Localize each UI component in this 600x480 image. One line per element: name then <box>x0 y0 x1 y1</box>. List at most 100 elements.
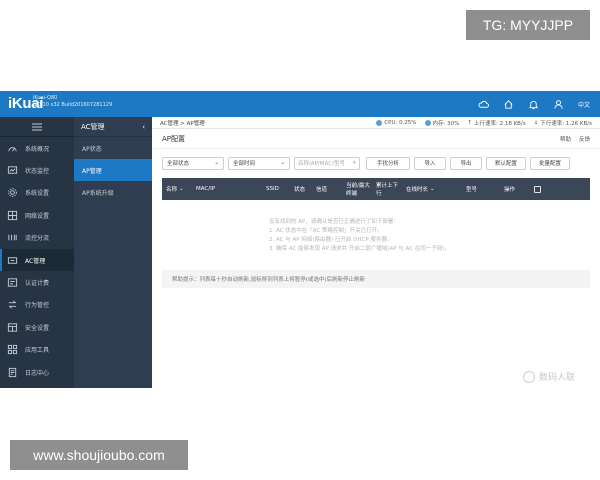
chevron-left-icon[interactable]: ‹ <box>142 123 145 131</box>
empty-state-line: 3. 确保 AC 能够发现 AP 请求并 开启二层广播域(AP 与 AC 在同一… <box>269 246 450 252</box>
column-header-label: 名称 <box>166 187 178 193</box>
feedback-link[interactable]: 反馈 <box>579 135 590 143</box>
select-all-column <box>530 185 550 193</box>
column-header-label: 累计上下行 <box>376 183 399 197</box>
search-icon[interactable]: ⌕ <box>353 160 356 167</box>
monitor-icon <box>7 166 18 174</box>
time-filter-select[interactable]: 全部时间 ⌄ <box>228 156 290 170</box>
upload-rate: ↑ 上行速率: 2.18 KB/s <box>467 119 526 127</box>
status-filter-select[interactable]: 全部状态 ⌄ <box>162 156 224 170</box>
column-header-label: 操作 <box>504 187 516 193</box>
dashboard-icon <box>8 146 17 152</box>
memory-usage: 内存: 30% <box>424 119 459 127</box>
sort-chevron-icon: ⌄ <box>430 186 435 192</box>
column-header[interactable]: 在线时长 ⌄ <box>402 185 462 193</box>
security-icon <box>7 323 18 332</box>
empty-state-line: 2. AC 与 AP 网络(路由器) 已开启 DHCP 服务器。 <box>269 237 393 243</box>
sidebar-item-label: 日志中心 <box>25 369 50 377</box>
top-bar: iKuai iKuai-Q80 3.0.10 x32 Build20160728… <box>0 91 600 117</box>
apps-icon <box>7 345 18 355</box>
sort-chevron-icon: ⌄ <box>179 186 184 192</box>
notification-bell-icon[interactable] <box>528 99 539 110</box>
home-icon[interactable] <box>503 99 514 110</box>
sub-navigation: AC管理 ‹ AP状态 AP管理 AP系统升级 <box>74 117 152 388</box>
sidebar-item-label: 应用工具 <box>25 347 50 355</box>
cloud-icon[interactable] <box>478 99 489 110</box>
sidebar-item[interactable]: 应用工具 <box>0 339 74 361</box>
brand-watermark-text: 数码人联 <box>539 373 576 383</box>
sidebar-item-label: 流控分流 <box>25 235 50 243</box>
sidebar-item[interactable]: 流控分流 <box>0 227 74 249</box>
hamburger-icon <box>32 123 42 130</box>
column-header: 当前/最大终端 <box>342 181 372 197</box>
sidebar-item[interactable]: 安全设置 <box>0 316 74 338</box>
language-switch[interactable]: 中文 <box>578 100 590 109</box>
download-rate: ↓ 下行速率: 1.26 KB/s <box>533 119 592 127</box>
help-link[interactable]: 帮助 <box>560 135 571 143</box>
empty-state-line: 1. AC 状态中在「AC 策略控制」开关已打开。 <box>269 228 383 234</box>
column-header: 信道 <box>312 185 342 193</box>
sidebar-item-label: 认证计费 <box>25 280 50 288</box>
column-header[interactable]: 名称 ⌄ <box>162 185 192 193</box>
subnav-item[interactable]: AP状态 <box>74 137 152 159</box>
breadcrumb: AC管理 > AP管理 <box>160 120 205 127</box>
cpu-icon <box>376 119 383 126</box>
user-icon[interactable] <box>553 99 564 110</box>
sidebar-item-label: 行为管控 <box>25 302 50 310</box>
flow-icon <box>8 235 17 241</box>
column-header: 累计上下行 <box>372 181 402 197</box>
screenshot-canvas: TG: MYYJJPP iKuai iKuai-Q80 3.0.10 x32 B… <box>0 0 600 480</box>
column-header: SSID <box>262 186 290 192</box>
sidebar-item[interactable]: 状态监控 <box>0 159 74 181</box>
column-header-label: 在线时长 <box>406 187 429 193</box>
help-tip: 帮助提示：列表每十秒自动刷新,鼠标移到列表上将暂停(或选中)后刷新停止刷新 <box>162 270 590 288</box>
sidebar-item[interactable]: 网络设置 <box>0 204 74 226</box>
sidebar-item-label: 网络设置 <box>25 212 50 220</box>
select-all-checkbox[interactable] <box>534 185 541 193</box>
sidebar-item-label: 系统设置 <box>25 190 50 198</box>
sidebar-menu: 系统概况 状态监控系统设置网络设置流控分流 AC管理认证计费行为管控安全设置应用工具… <box>0 137 74 383</box>
column-header: 状态 <box>290 185 312 193</box>
column-header-label: 信道 <box>316 187 328 193</box>
sidebar-item[interactable]: 系统设置 <box>0 182 74 204</box>
sidebar-item-label: AC管理 <box>25 257 46 265</box>
network-icon <box>7 210 18 220</box>
empty-state-line: 没有找到的 AP，请确认是否已正确进行了如下部署： <box>269 219 399 225</box>
column-header: MAC/IP <box>192 186 262 192</box>
cpu-usage: CPU: 0.25% <box>376 119 417 126</box>
sidebar-item[interactable]: 认证计费 <box>0 271 74 293</box>
column-header: 型号 <box>462 185 500 193</box>
sidebar-item[interactable]: 系统概况 <box>0 137 74 159</box>
time-filter-value: 全部时间 <box>233 161 256 167</box>
column-header: 操作 <box>500 185 530 193</box>
status-filter-value: 全部状态 <box>167 161 190 167</box>
page-title: AP配置 <box>162 134 186 143</box>
menu-collapse-button[interactable] <box>0 117 74 137</box>
column-header-label: MAC/IP <box>196 186 216 192</box>
chevron-down-icon: ⌄ <box>214 160 219 166</box>
top-actions: 中文 <box>478 91 590 117</box>
gear-icon <box>8 188 17 198</box>
sidebar-item[interactable]: 行为管控 <box>0 294 74 316</box>
import-button[interactable]: 导入 <box>414 156 446 170</box>
sidebar-item[interactable]: AC管理 <box>0 248 74 272</box>
export-button[interactable]: 导出 <box>450 156 482 170</box>
sidebar-item[interactable]: 日志中心 <box>0 361 74 383</box>
subnav-item[interactable]: AP管理 <box>74 159 152 181</box>
search-placeholder: 名称/AP/MAC/型号 <box>298 161 345 167</box>
auth-icon <box>7 278 18 287</box>
system-stats: CPU: 0.25% 内存: 30% ↑ 上行速率: 2.18 KB/s ↓ 下… <box>376 119 592 127</box>
brand-logo-icon <box>523 370 535 383</box>
sidebar: 系统概况 状态监控系统设置网络设置流控分流 AC管理认证计费行为管控安全设置应用工具… <box>0 117 74 388</box>
manual-analyze-button[interactable]: 手扰分析 <box>366 156 410 170</box>
toolbar: 全部状态 ⌄ 全部时间 ⌄ 名称/AP/MAC/型号 ⌕ 手扰分析 导入 导出 默认配… <box>152 152 600 174</box>
batch-config-button[interactable]: 批量配置 <box>530 156 570 170</box>
behavior-icon <box>8 300 17 309</box>
build-version: 3.0.10 x32 Build201607281129 <box>33 102 113 108</box>
default-config-button[interactable]: 默认配置 <box>486 156 526 170</box>
search-input[interactable]: 名称/AP/MAC/型号 ⌕ <box>294 156 360 170</box>
column-header-label: 当前/最大终端 <box>346 183 370 197</box>
ap-icon <box>7 256 18 264</box>
subnav-item[interactable]: AP系统升级 <box>74 181 152 203</box>
status-bar: AC管理 > AP管理 CPU: 0.25% 内存: 30% ↑ 上行速率: 2… <box>152 117 600 129</box>
